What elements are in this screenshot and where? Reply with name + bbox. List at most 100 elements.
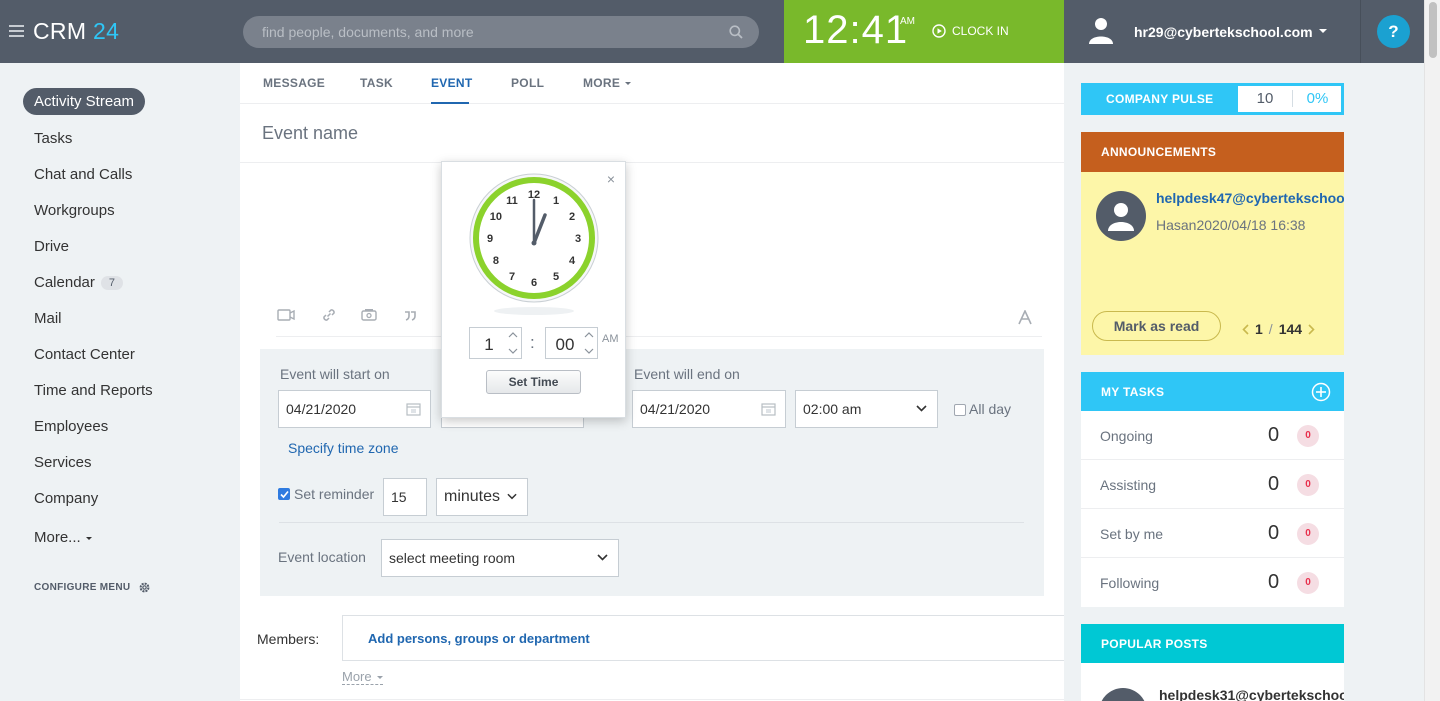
sidebar-item-services[interactable]: Services [34,454,92,471]
quote-icon[interactable] [403,307,417,323]
set-time-button[interactable]: Set Time [486,370,581,394]
attach-file-icon[interactable] [277,307,295,323]
mark-as-read-button[interactable]: Mark as read [1092,311,1221,341]
all-day-label: All day [969,401,1012,417]
search-bar [243,16,759,48]
popular-posts-title: POPULAR POSTS [1101,637,1208,651]
task-row-ongoing[interactable]: Ongoing 0 0 [1081,411,1344,460]
tab-task[interactable]: TASK [360,76,393,90]
popular-post-card: helpdesk31@cybertekschool.com [1081,663,1344,701]
task-row-badge: 0 [1297,523,1319,545]
tab-more[interactable]: MORE [583,76,632,90]
sidebar-item-mail[interactable]: Mail [34,310,62,327]
chevron-down-icon [507,493,517,500]
sidebar-item-company[interactable]: Company [34,490,98,507]
sidebar-item-drive[interactable]: Drive [34,238,69,255]
all-day-checkbox[interactable] [954,404,966,416]
hamburger-menu-icon[interactable] [9,25,24,37]
sidebar-item-tasks[interactable]: Tasks [34,130,72,147]
clock-number-7[interactable]: 7 [509,271,515,283]
clock-number-9[interactable]: 9 [487,233,493,245]
page-scrollbar[interactable] [1424,0,1440,701]
video-icon[interactable] [361,307,377,323]
specify-timezone-link[interactable]: Specify time zone [288,440,399,456]
user-menu[interactable]: hr29@cybertekschool.com [1064,0,1361,63]
ampm-toggle[interactable]: AM [602,333,619,345]
spinner-arrows-icon[interactable] [584,331,594,355]
task-row-following[interactable]: Following 0 0 [1081,558,1344,607]
sidebar-item-more[interactable]: More... [34,529,92,546]
clock-number-3[interactable]: 3 [575,233,581,245]
company-pulse-title: COMPANY PULSE [1106,92,1214,106]
scrollbar-thumb[interactable] [1429,2,1437,58]
add-task-icon[interactable] [1311,382,1331,402]
gear-icon [140,582,150,593]
sidebar-item-chat-and-calls[interactable]: Chat and Calls [34,166,132,183]
minute-spinner[interactable]: 00 [545,327,598,359]
sidebar-item-activity-stream[interactable]: Activity Stream [23,88,146,115]
sidebar-item-calendar[interactable]: Calendar 7 [34,274,123,291]
text-format-icon[interactable] [1018,310,1032,325]
search-input[interactable] [243,16,759,48]
company-pulse-stats: 10 0% [1238,86,1341,112]
close-icon[interactable]: × [607,171,615,187]
clock-number-8[interactable]: 8 [493,255,499,267]
clock-number-1[interactable]: 1 [553,195,559,207]
tab-more-label: MORE [583,76,621,90]
calendar-icon[interactable] [761,402,776,416]
avatar[interactable] [1096,191,1146,241]
clock-number-4[interactable]: 4 [569,255,576,267]
sidebar-item-time-and-reports[interactable]: Time and Reports [34,382,153,399]
company-pulse[interactable]: COMPANY PULSE 10 0% [1081,83,1344,115]
clock-number-5[interactable]: 5 [553,271,559,283]
current-time: 12:41 [803,8,909,52]
logo[interactable]: CRM 24 [33,18,119,45]
clock-number-10[interactable]: 10 [490,211,502,223]
tab-poll[interactable]: POLL [511,76,544,90]
calendar-icon[interactable] [406,402,421,416]
reminder-checkbox[interactable] [278,488,290,500]
time-picker-popup: × 12 1 2 3 4 5 6 7 8 9 10 11 1 : 00 AM Set Time [441,161,626,418]
event-name-input[interactable] [240,105,1064,162]
end-date-input[interactable]: 04/21/2020 [632,390,786,428]
chevron-left-icon[interactable] [1242,323,1249,335]
post-type-tabs: MESSAGE TASK EVENT POLL MORE [240,63,1064,104]
sidebar-item-label: More... [34,529,81,546]
task-row-count: 0 [1268,571,1280,593]
tab-event[interactable]: EVENT [431,76,473,90]
location-select[interactable]: select meeting room [381,539,619,577]
announcement-author[interactable]: helpdesk47@cybertekschool.com [1156,190,1344,206]
configure-menu-button[interactable]: CONFIGURE MENU [34,581,151,594]
spinner-arrows-icon[interactable] [508,331,518,355]
more-options-link[interactable]: More [342,669,383,685]
clock-number-6[interactable]: 6 [531,277,537,289]
clock-in-button[interactable]: CLOCK IN [932,24,1009,38]
members-field[interactable]: Add persons, groups or department [342,615,1064,661]
hour-spinner[interactable]: 1 [469,327,522,359]
my-tasks-header: MY TASKS [1081,372,1344,411]
sidebar-item-contact-center[interactable]: Contact Center [34,346,135,363]
task-row-count: 0 [1268,473,1280,495]
popular-post-author[interactable]: helpdesk31@cybertekschool.com [1159,687,1344,701]
tab-message[interactable]: MESSAGE [263,76,325,90]
sidebar-item-workgroups[interactable]: Workgroups [34,202,115,219]
sidebar-item-employees[interactable]: Employees [34,418,108,435]
chevron-right-icon[interactable] [1308,323,1315,335]
active-tab-indicator [431,102,469,104]
avatar[interactable] [1099,688,1147,701]
reminder-unit-select[interactable]: minutes [436,478,528,516]
task-row-assisting[interactable]: Assisting 0 0 [1081,460,1344,509]
task-row-set-by-me[interactable]: Set by me 0 0 [1081,509,1344,558]
clock-number-2[interactable]: 2 [569,211,575,223]
announcement-pager: 1 / 144 [1242,321,1315,337]
clock-number-11[interactable]: 11 [506,195,518,207]
reminder-value-input[interactable]: 15 [383,478,427,516]
analog-clock[interactable]: 12 1234567891011 [467,171,601,319]
end-time-select[interactable]: 02:00 am [795,390,938,428]
start-date-input[interactable]: 04/21/2020 [278,390,431,428]
task-row-label: Set by me [1100,526,1164,542]
search-icon[interactable] [729,25,743,39]
add-members-link[interactable]: Add persons, groups or department [368,631,590,646]
link-icon[interactable] [321,307,337,323]
help-button[interactable]: ? [1377,15,1410,48]
